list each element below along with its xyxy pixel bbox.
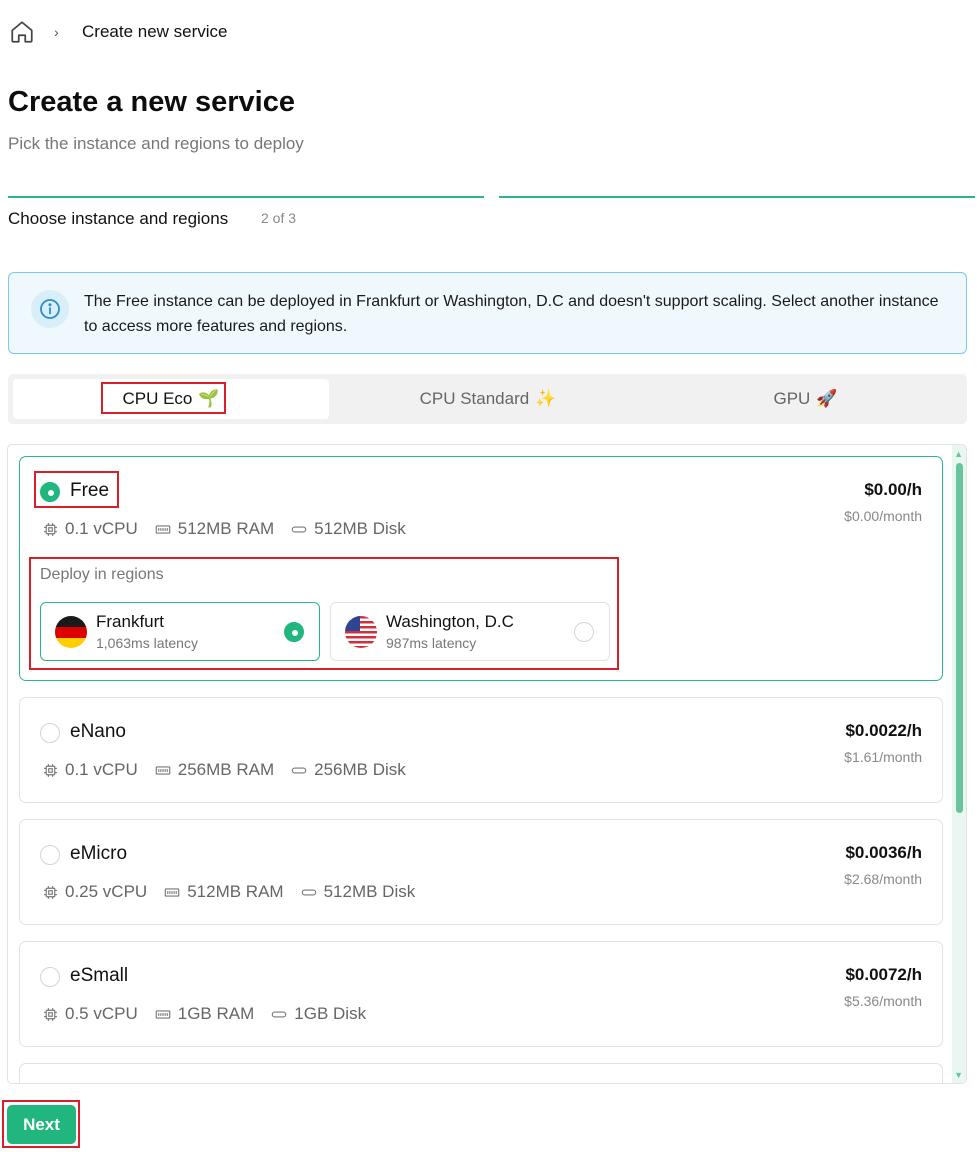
step-label: Choose instance and regions [8, 209, 229, 228]
usa-flag-icon [345, 616, 377, 648]
instance-card-esmall[interactable]: eSmall 0.5 vCPU 1GB RAM 1GB Disk $0.0072… [19, 941, 943, 1047]
scrollbar-thumb[interactable] [956, 463, 963, 813]
region-radio[interactable] [574, 622, 594, 642]
next-button[interactable]: Next [7, 1105, 76, 1144]
instance-card-enano[interactable]: eNano 0.1 vCPU 256MB RAM 256MB Disk $0.0… [19, 697, 943, 803]
step-progress-2 [499, 196, 975, 198]
region-frankfurt[interactable]: Frankfurt 1,063ms latency [40, 602, 320, 661]
spec-ram: 1GB RAM [154, 1004, 254, 1024]
instance-specs: 0.25 vCPU 512MB RAM 512MB Disk [42, 882, 431, 902]
region-washington-dc[interactable]: Washington, D.C 987ms latency [330, 602, 610, 661]
instance-radio[interactable] [40, 845, 60, 865]
tab-label: CPU Standard [419, 389, 530, 408]
spec-disk: 512MB Disk [290, 519, 406, 539]
spec-cpu: 0.1 vCPU [42, 760, 138, 780]
spec-disk: 1GB Disk [270, 1004, 366, 1024]
spec-ram: 256MB RAM [154, 760, 274, 780]
tab-label: GPU [773, 389, 811, 408]
cpu-icon [44, 1007, 57, 1021]
instance-price-hourly: $0.0072/h [845, 965, 922, 984]
instance-price-hourly: $0.00/h [864, 480, 922, 499]
seedling-icon: 🌱 [198, 389, 220, 408]
instance-name: Free [70, 480, 110, 501]
instance-specs: 0.5 vCPU 1GB RAM 1GB Disk [42, 1004, 382, 1024]
spec-cpu: 0.25 vCPU [42, 882, 147, 902]
breadcrumb-current: Create new service [82, 22, 228, 41]
region-latency: 987ms latency [386, 635, 477, 651]
instance-radio[interactable] [40, 967, 60, 987]
regions-title: Deploy in regions [40, 566, 164, 583]
instance-radio[interactable] [40, 723, 60, 743]
breadcrumb-separator: › [54, 24, 59, 40]
ram-icon [164, 887, 180, 897]
region-radio[interactable] [284, 622, 304, 642]
instance-name: eNano [70, 721, 126, 742]
disk-icon [301, 888, 316, 896]
instance-list[interactable]: Free 0.1 vCPU 512MB RAM 512MB Disk $0.00… [7, 444, 967, 1084]
instance-specs: 0.1 vCPU 512MB RAM 512MB Disk [42, 519, 422, 539]
tab-cpu-standard[interactable]: CPU Standard ✨ [338, 379, 638, 419]
disk-icon [291, 766, 307, 774]
cpu-icon [44, 885, 57, 899]
instance-price-monthly: $1.61/month [844, 749, 922, 765]
breadcrumb: › Create new service [8, 18, 228, 46]
step-count: 2 of 3 [261, 210, 297, 226]
home-icon[interactable] [8, 18, 36, 46]
info-banner: The Free instance can be deployed in Fra… [8, 272, 967, 354]
ram-icon [155, 765, 171, 775]
page-subtitle: Pick the instance and regions to deploy [8, 134, 304, 153]
tab-label: CPU Eco [122, 389, 193, 408]
instance-name: eMicro [70, 843, 128, 864]
scroll-up-arrow-icon[interactable]: ▲ [954, 449, 963, 459]
spec-disk: 256MB Disk [290, 760, 406, 780]
instance-price-hourly: $0.0022/h [845, 721, 922, 740]
ram-icon [155, 524, 171, 534]
disk-icon [291, 525, 307, 533]
rocket-icon: 🚀 [816, 389, 838, 408]
scroll-down-arrow-icon[interactable]: ▼ [954, 1070, 963, 1080]
instance-card-emicro[interactable]: eMicro 0.25 vCPU 512MB RAM 512MB Disk $0… [19, 819, 943, 925]
disk-icon [271, 1010, 287, 1018]
spec-cpu: 0.1 vCPU [42, 519, 138, 539]
page-title: Create a new service [8, 86, 295, 118]
germany-flag-icon [55, 616, 87, 648]
tab-gpu[interactable]: GPU 🚀 [648, 379, 963, 419]
instance-price-hourly: $0.0036/h [845, 843, 922, 862]
cpu-icon [44, 522, 57, 536]
info-text: The Free instance can be deployed in Fra… [84, 293, 939, 335]
region-name: Frankfurt [96, 612, 165, 631]
region-latency: 1,063ms latency [96, 635, 198, 651]
instance-price-monthly: $0.00/month [844, 508, 922, 524]
tab-cpu-eco[interactable]: CPU Eco 🌱 [13, 379, 329, 419]
instance-radio[interactable] [40, 482, 60, 502]
ram-icon [155, 1009, 171, 1019]
scrollbar[interactable]: ▲ ▼ [952, 445, 966, 1083]
step-progress-1 [8, 196, 484, 198]
sparkles-icon: ✨ [535, 389, 557, 408]
spec-cpu: 0.5 vCPU [42, 1004, 138, 1024]
instance-name: eSmall [70, 965, 129, 986]
instance-specs: 0.1 vCPU 256MB RAM 256MB Disk [42, 760, 422, 780]
region-name: Washington, D.C [386, 612, 514, 631]
instance-card-partial[interactable] [19, 1063, 943, 1083]
instance-card-free[interactable]: Free 0.1 vCPU 512MB RAM 512MB Disk $0.00… [19, 456, 943, 681]
cpu-icon [44, 763, 57, 777]
spec-ram: 512MB RAM [163, 882, 284, 902]
spec-disk: 512MB Disk [300, 882, 415, 902]
instance-price-monthly: $2.68/month [844, 871, 922, 887]
spec-ram: 512MB RAM [154, 519, 274, 539]
instance-category-tabs: CPU Eco 🌱 CPU Standard ✨ GPU 🚀 [8, 374, 967, 424]
instance-price-monthly: $5.36/month [844, 993, 922, 1009]
info-icon [31, 290, 69, 328]
